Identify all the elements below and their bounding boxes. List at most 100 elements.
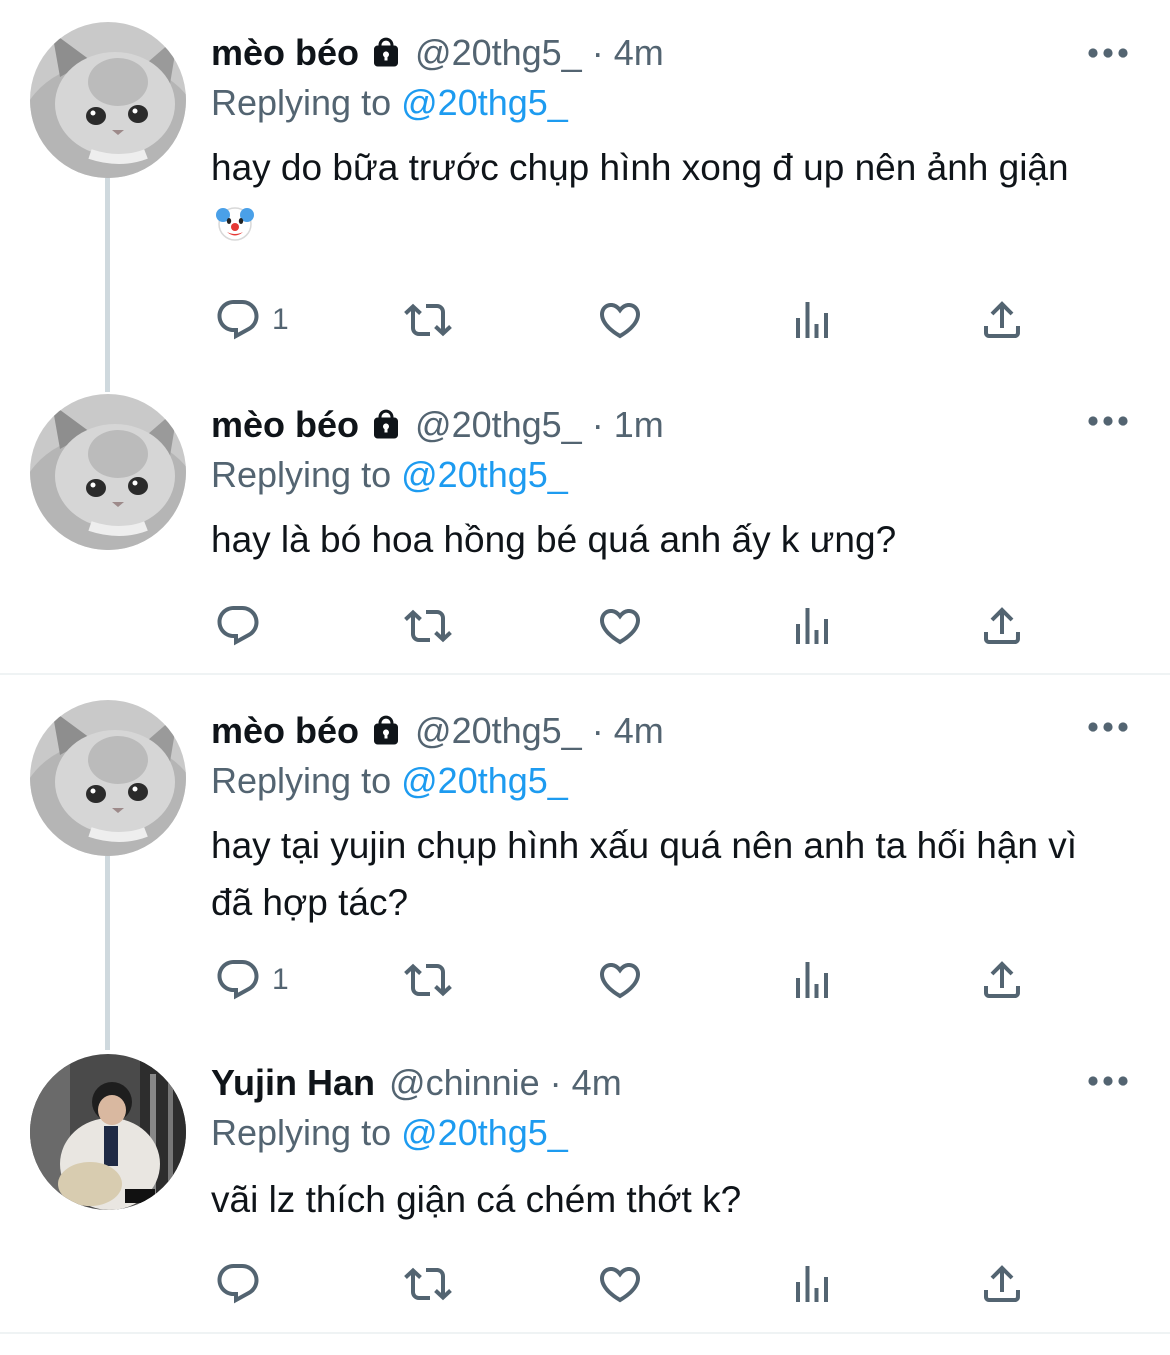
share-icon: [978, 602, 1026, 650]
like-button[interactable]: [596, 294, 644, 346]
avatar[interactable]: [30, 700, 186, 856]
reply-icon: [214, 296, 262, 344]
retweet-icon: [404, 956, 452, 1004]
views-icon: [788, 296, 836, 344]
tweet-text: hay do bữa trước chụp hình xong đ up nên…: [211, 147, 1069, 188]
clown-emoji-icon: [215, 203, 255, 243]
mention-link[interactable]: @20thg5_: [401, 454, 568, 495]
like-icon: [596, 1260, 644, 1308]
views-button[interactable]: [788, 1258, 836, 1310]
mention-link[interactable]: @20thg5_: [401, 1112, 568, 1153]
separator-dot: ·: [591, 32, 604, 73]
timestamp[interactable]: 1m: [614, 404, 664, 446]
views-button[interactable]: [788, 294, 836, 346]
tweet-header: mèo béo @20thg5_ · 4m: [211, 28, 664, 78]
replying-prefix: Replying to: [211, 760, 392, 801]
avatar[interactable]: [30, 22, 186, 178]
reply-button[interactable]: [214, 1258, 272, 1310]
tweet-text: hay là bó hoa hồng bé quá anh ấy k ưng?: [211, 519, 897, 560]
share-icon: [978, 1260, 1026, 1308]
share-button[interactable]: [978, 294, 1026, 346]
lock-icon: [367, 713, 405, 749]
tweet-actions: 1: [0, 294, 1170, 346]
views-button[interactable]: [788, 600, 836, 652]
tweet-header: Yujin Han @chinnie · 4m: [211, 1058, 622, 1108]
user-handle[interactable]: @chinnie: [389, 1062, 540, 1104]
separator-dot: ·: [549, 1062, 562, 1103]
user-handle[interactable]: @20thg5_: [415, 710, 582, 752]
divider: [0, 1332, 1170, 1334]
reply-count: 1: [272, 303, 289, 336]
replying-to: Replying to @20thg5_: [211, 82, 568, 124]
separator-dot: ·: [591, 404, 604, 445]
user-handle[interactable]: @20thg5_: [415, 404, 582, 446]
like-icon: [596, 296, 644, 344]
reply-button[interactable]: 1: [214, 954, 289, 1006]
tweet-text: hay tại yujin chụp hình xấu quá nên anh …: [211, 825, 1078, 923]
tweet-actions: 1: [0, 954, 1170, 1006]
views-icon: [788, 1260, 836, 1308]
reply-icon: [214, 956, 262, 1004]
tweet-text: vãi lz thích giận cá chém thớt k?: [211, 1179, 742, 1220]
thread-line: [105, 178, 110, 392]
thread-line: [105, 856, 110, 1050]
display-name[interactable]: mèo béo: [211, 710, 359, 752]
tweet-text-container: hay là bó hoa hồng bé quá anh ấy k ưng?: [211, 511, 1111, 568]
lock-icon: [367, 407, 405, 443]
share-button[interactable]: [978, 1258, 1026, 1310]
like-button[interactable]: [596, 1258, 644, 1310]
retweet-icon: [404, 1260, 452, 1308]
tweet-text-container: vãi lz thích giận cá chém thớt k?: [211, 1171, 1111, 1228]
timestamp[interactable]: 4m: [614, 710, 664, 752]
like-button[interactable]: [596, 600, 644, 652]
share-button[interactable]: [978, 954, 1026, 1006]
retweet-button[interactable]: [404, 600, 452, 652]
tweet-text-container: hay do bữa trước chụp hình xong đ up nên…: [211, 139, 1111, 253]
tweet-actions: [0, 600, 1170, 652]
replying-to: Replying to @20thg5_: [211, 454, 568, 496]
replying-prefix: Replying to: [211, 82, 392, 123]
retweet-icon: [404, 602, 452, 650]
user-handle[interactable]: @20thg5_: [415, 32, 582, 74]
like-icon: [596, 602, 644, 650]
mention-link[interactable]: @20thg5_: [401, 760, 568, 801]
views-button[interactable]: [788, 954, 836, 1006]
separator-dot: ·: [591, 710, 604, 751]
views-icon: [788, 602, 836, 650]
display-name[interactable]: mèo béo: [211, 32, 359, 74]
display-name[interactable]: mèo béo: [211, 404, 359, 446]
reply-button[interactable]: [214, 600, 272, 652]
share-icon: [978, 956, 1026, 1004]
tweet-header: mèo béo @20thg5_ · 1m: [211, 400, 664, 450]
more-icon[interactable]: [1086, 720, 1130, 734]
like-button[interactable]: [596, 954, 644, 1006]
more-icon[interactable]: [1086, 1074, 1130, 1088]
avatar[interactable]: [30, 394, 186, 550]
more-icon[interactable]: [1086, 414, 1130, 428]
retweet-button[interactable]: [404, 294, 452, 346]
reply-button[interactable]: 1: [214, 294, 289, 346]
tweet-header: mèo béo @20thg5_ · 4m: [211, 706, 664, 756]
tweet-actions: [0, 1258, 1170, 1310]
retweet-button[interactable]: [404, 954, 452, 1006]
timestamp[interactable]: 4m: [614, 32, 664, 74]
reply-count: 1: [272, 963, 289, 996]
more-icon[interactable]: [1086, 46, 1130, 60]
tweet-text-container: hay tại yujin chụp hình xấu quá nên anh …: [211, 817, 1091, 931]
retweet-button[interactable]: [404, 1258, 452, 1310]
timestamp[interactable]: 4m: [572, 1062, 622, 1104]
share-icon: [978, 296, 1026, 344]
avatar[interactable]: [30, 1054, 186, 1210]
like-icon: [596, 956, 644, 1004]
divider: [0, 673, 1170, 675]
views-icon: [788, 956, 836, 1004]
reply-icon: [214, 602, 262, 650]
retweet-icon: [404, 296, 452, 344]
share-button[interactable]: [978, 600, 1026, 652]
replying-to: Replying to @20thg5_: [211, 760, 568, 802]
mention-link[interactable]: @20thg5_: [401, 82, 568, 123]
lock-icon: [367, 35, 405, 71]
display-name[interactable]: Yujin Han: [211, 1062, 375, 1104]
replying-to: Replying to @20thg5_: [211, 1112, 568, 1154]
reply-icon: [214, 1260, 262, 1308]
